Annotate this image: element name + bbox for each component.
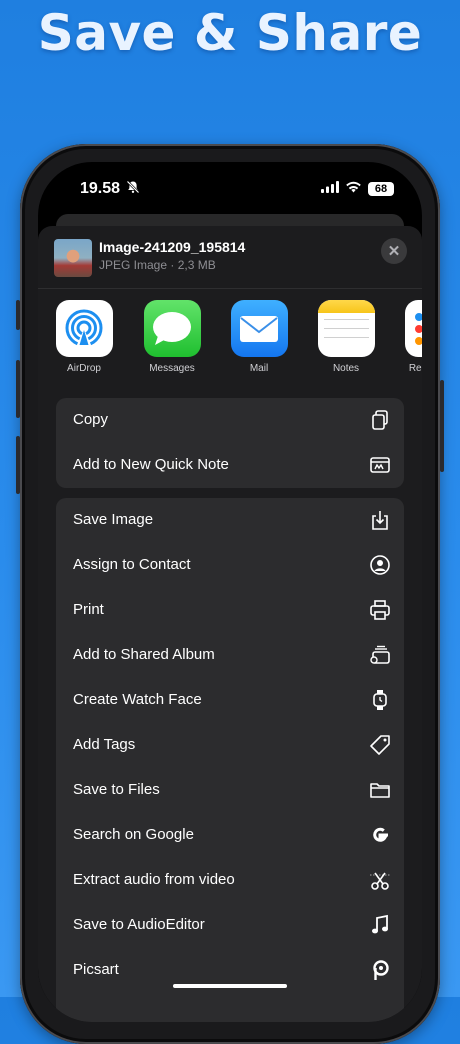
scissors-icon xyxy=(368,868,392,892)
wifi-icon xyxy=(345,180,362,198)
action-label: Create Watch Face xyxy=(73,691,202,708)
app-label: Mail xyxy=(249,363,269,374)
app-messages[interactable]: Messages xyxy=(142,300,202,374)
image-thumbnail xyxy=(54,239,92,277)
cellular-signal-icon xyxy=(321,180,339,198)
folder-icon xyxy=(368,778,392,802)
share-sheet-header: Image-241209_195814 JPEG Image · 2,3 MB … xyxy=(38,226,422,289)
action-label: Add Tags xyxy=(73,736,136,753)
action-label: Save to Files xyxy=(73,781,160,798)
action-assign-contact[interactable]: Assign to Contact xyxy=(56,543,404,588)
actions-group-1: Copy Add to New Quick Note xyxy=(56,398,404,488)
mute-switch xyxy=(16,300,20,330)
action-extract-audio[interactable]: Extract audio from video xyxy=(56,858,404,903)
picsart-icon xyxy=(368,958,392,982)
action-label: Add to Shared Album xyxy=(73,646,215,663)
file-meta: JPEG Image · 2,3 MB xyxy=(99,258,216,272)
tag-icon xyxy=(368,733,392,757)
app-airdrop[interactable]: AirDrop xyxy=(54,300,114,374)
power-button xyxy=(440,380,444,472)
app-row[interactable]: AirDrop Messages Mail Notes Re xyxy=(38,300,422,386)
quick-note-icon xyxy=(368,453,392,477)
app-notes[interactable]: Notes xyxy=(316,300,376,374)
action-label: Picsart xyxy=(73,961,119,978)
reminders-icon xyxy=(404,300,422,357)
actions-group-2: Save Image Assign to Contact Print Add t… xyxy=(56,498,404,1022)
action-add-tags[interactable]: Add Tags xyxy=(56,723,404,768)
app-label: AirDrop xyxy=(67,363,101,374)
close-button[interactable]: ✕ xyxy=(381,238,407,264)
action-save-audioeditor[interactable]: Save to AudioEditor xyxy=(56,903,404,948)
action-quick-note[interactable]: Add to New Quick Note xyxy=(56,443,404,488)
file-name: Image-241209_195814 xyxy=(99,239,246,255)
printer-icon xyxy=(368,598,392,622)
dynamic-island xyxy=(160,174,300,212)
status-time-text: 19.58 xyxy=(80,180,121,197)
status-time: 19.58 xyxy=(80,176,140,202)
save-image-icon xyxy=(368,508,392,532)
action-print[interactable]: Print xyxy=(56,588,404,633)
shared-album-icon xyxy=(368,643,392,667)
action-copy[interactable]: Copy xyxy=(56,398,404,443)
action-label: Extract audio from video xyxy=(73,871,235,888)
status-indicators: 68 xyxy=(321,176,394,202)
share-sheet: Image-241209_195814 JPEG Image · 2,3 MB … xyxy=(38,226,422,1022)
action-save-files[interactable]: Save to Files xyxy=(56,768,404,813)
copy-icon xyxy=(368,408,392,432)
app-mail[interactable]: Mail xyxy=(229,300,289,374)
messages-icon xyxy=(143,300,201,357)
contact-icon xyxy=(368,553,392,577)
app-reminders[interactable]: Reminders xyxy=(403,300,422,374)
action-search-google[interactable]: Search on Google xyxy=(56,813,404,858)
volume-down-button xyxy=(16,436,20,494)
action-label: Search on Google xyxy=(73,826,194,843)
action-label: Save Image xyxy=(73,511,154,528)
close-icon: ✕ xyxy=(387,243,401,260)
action-label: Save to AudioEditor xyxy=(73,916,205,933)
action-watch-face[interactable]: Create Watch Face xyxy=(56,678,404,723)
airdrop-icon xyxy=(55,300,113,357)
action-shared-album[interactable]: Add to Shared Album xyxy=(56,633,404,678)
phone-screen: 19.58 68 Image-241209_195814 JPEG Image … xyxy=(38,162,422,1022)
action-save-image[interactable]: Save Image xyxy=(56,498,404,543)
app-label: Notes xyxy=(332,363,360,374)
action-label: Assign to Contact xyxy=(73,556,191,573)
google-icon xyxy=(368,823,392,847)
action-label: Copy xyxy=(73,411,109,428)
volume-up-button xyxy=(16,360,20,418)
app-label: Messages xyxy=(149,363,195,374)
silent-bell-icon xyxy=(126,180,140,199)
app-label: Reminders xyxy=(408,363,422,374)
notes-icon xyxy=(317,300,375,357)
banner-title: Save & Share xyxy=(37,4,423,62)
battery-indicator: 68 xyxy=(368,182,394,196)
home-indicator[interactable] xyxy=(173,984,287,988)
mail-icon xyxy=(230,300,288,357)
action-label: Add to New Quick Note xyxy=(73,456,229,473)
watch-icon xyxy=(368,688,392,712)
music-note-icon xyxy=(368,913,392,937)
action-label: Print xyxy=(73,601,104,618)
